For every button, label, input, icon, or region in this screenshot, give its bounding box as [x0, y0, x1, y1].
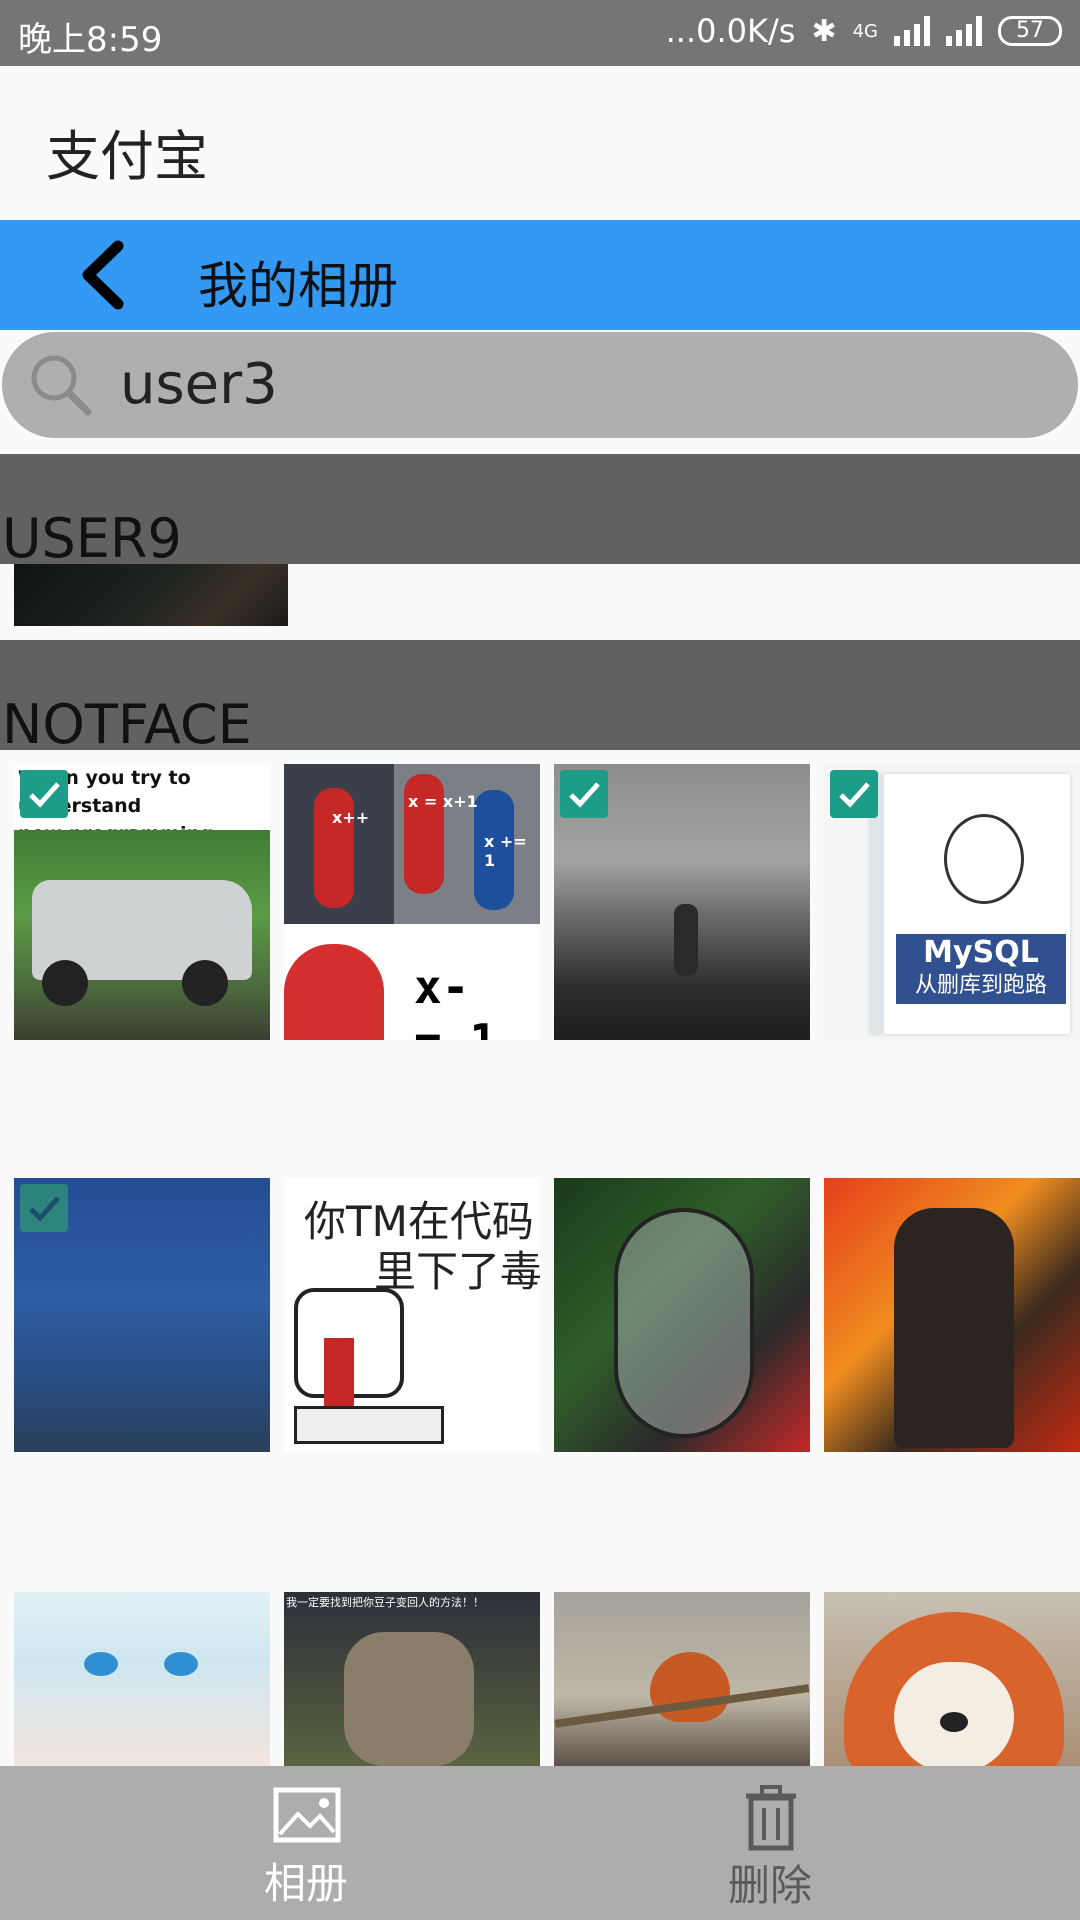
meme-caption: 我一定要找到把你豆子变回人的方法！！ [286, 1596, 484, 1609]
photo-thumbnail[interactable] [554, 764, 810, 1040]
status-time: 晚上8:59 [18, 20, 163, 60]
app-title: 支付宝 [46, 125, 208, 188]
tab-album[interactable]: 相册 [36, 1766, 576, 1920]
search-input[interactable]: user3 [2, 332, 1078, 438]
chevron-left-icon [82, 240, 124, 310]
meme-label: x += 1 [484, 832, 527, 870]
book-title: MySQL [923, 935, 1039, 970]
photo-thumbnail[interactable]: 我一定要找到把你豆子变回人的方法！！ [284, 1592, 540, 1766]
bluetooth-icon: ✱ [811, 13, 837, 49]
search-icon [31, 355, 92, 416]
tab-label: 删除 [727, 1861, 812, 1910]
battery-icon: 57 [998, 16, 1062, 46]
photo-thumbnail[interactable]: When you try to understand new programmi… [14, 764, 270, 1040]
search-bar: user3 [0, 330, 1080, 440]
photo-thumbnail[interactable]: x++ x = x+1 x += 1 x-=-1 [284, 764, 540, 1040]
photo-thumbnail[interactable] [14, 1592, 270, 1766]
meme-label: x = x+1 [408, 792, 478, 811]
trash-icon [746, 1785, 796, 1851]
section-header-user9: USER9 [0, 454, 1080, 570]
selected-check-icon[interactable] [20, 1184, 68, 1232]
app-title-bar: 支付宝 [0, 66, 1080, 220]
selected-check-icon[interactable] [20, 770, 68, 818]
album-header: 我的相册 [0, 220, 1080, 330]
photo-thumbnail[interactable] [14, 1178, 270, 1452]
meme-label: x++ [332, 808, 370, 827]
meme-caption: 里下了毒 [374, 1247, 540, 1296]
photo-thumbnail[interactable] [824, 1178, 1080, 1452]
section-title: NOTFACE [2, 693, 252, 756]
photo-thumbnail[interactable]: MySQL 从删库到跑路 [824, 764, 1080, 1040]
page-title: 我的相册 [198, 257, 398, 315]
network-speed: ...0.0K/s [665, 12, 796, 50]
photo-thumbnail[interactable] [554, 1178, 810, 1452]
selected-check-icon[interactable] [830, 770, 878, 818]
back-button[interactable] [70, 238, 140, 312]
photo-thumbnail[interactable]: 你TM在代码 里下了毒 [284, 1178, 540, 1452]
photo-thumbnail[interactable] [14, 564, 288, 626]
photo-thumbnail[interactable] [824, 1592, 1080, 1766]
photo-thumbnail[interactable] [554, 1592, 810, 1766]
signal-icon-2 [946, 16, 982, 46]
section-title: USER9 [2, 507, 182, 570]
status-bar: 晚上8:59 ...0.0K/s ✱ 4G 57 [0, 0, 1080, 66]
network-type: 4G [852, 20, 878, 42]
book-subtitle: 从删库到跑路 [914, 973, 1047, 998]
tab-label: 相册 [263, 1859, 348, 1908]
signal-icon [894, 16, 930, 46]
image-icon [273, 1787, 341, 1843]
meme-label: x-=-1 [414, 960, 497, 1040]
selected-check-icon[interactable] [560, 770, 608, 818]
tab-delete[interactable]: 删除 [500, 1766, 1040, 1920]
section-header-notface: NOTFACE [0, 640, 1080, 756]
status-indicators: ...0.0K/s ✱ 4G 57 [666, 12, 1062, 50]
search-value: user3 [120, 352, 278, 417]
bottom-tab-bar: 相册 删除 [0, 1766, 1080, 1920]
